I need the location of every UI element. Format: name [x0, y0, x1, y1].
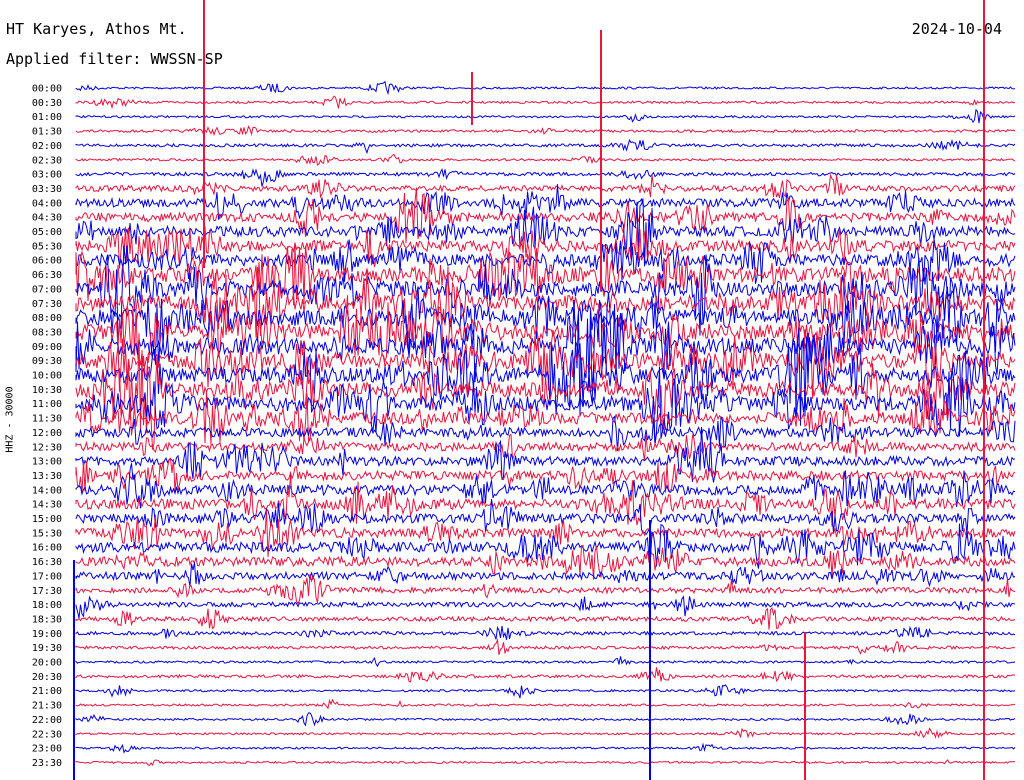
time-tick-label: 23:30	[32, 758, 62, 769]
trace-row	[75, 333, 1016, 450]
time-tick-label: 12:00	[32, 428, 62, 439]
time-tick-label: 23:00	[32, 744, 62, 755]
trace-row	[75, 95, 1016, 110]
time-tick-label: 09:00	[32, 342, 62, 353]
time-tick-label: 00:00	[32, 84, 62, 95]
time-tick-label: 02:00	[32, 141, 62, 152]
time-tick-label: 21:30	[32, 701, 62, 712]
trace-row	[75, 698, 1016, 710]
time-tick-label: 18:30	[32, 614, 62, 625]
time-tick-label: 12:30	[32, 442, 62, 453]
trace-row	[75, 742, 1016, 754]
time-tick-label: 20:00	[32, 658, 62, 669]
trace-row	[75, 198, 1016, 267]
time-tick-label: 15:30	[32, 528, 62, 539]
trace-row	[75, 138, 1016, 155]
trace-row	[75, 80, 1016, 96]
time-tick-label: 08:00	[32, 313, 62, 324]
time-tick-label: 04:00	[32, 198, 62, 209]
time-tick-label: 18:00	[32, 600, 62, 611]
time-tick-label: 03:00	[32, 170, 62, 181]
traces	[75, 80, 1016, 767]
trace-row	[75, 510, 1016, 558]
trace-row	[75, 625, 1016, 640]
time-tick-label: 01:00	[32, 112, 62, 123]
time-tick-label: 10:00	[32, 371, 62, 382]
trace-row	[75, 562, 1016, 588]
time-tick-label: 00:30	[32, 98, 62, 109]
time-tick-label: 19:00	[32, 629, 62, 640]
trace-row	[75, 606, 1016, 630]
time-tick-label: 09:30	[32, 356, 62, 367]
trace-row	[75, 727, 1016, 740]
time-tick-label: 22:00	[32, 715, 62, 726]
trace-row	[75, 656, 1016, 668]
time-tick-label: 03:30	[32, 184, 62, 195]
time-tick-label: 07:30	[32, 299, 62, 310]
time-tick-label: 07:00	[32, 284, 62, 295]
time-tick-label: 13:30	[32, 471, 62, 482]
trace-row	[75, 638, 1016, 655]
time-tick-label: 13:00	[32, 457, 62, 468]
time-tick-label: 14:00	[32, 485, 62, 496]
trace-row	[75, 712, 1016, 727]
time-tick-label: 02:30	[32, 155, 62, 166]
time-tick-label: 19:30	[32, 643, 62, 654]
time-tick-label: 06:30	[32, 270, 62, 281]
time-tick-label: 15:00	[32, 514, 62, 525]
trace-row	[75, 544, 1016, 580]
trace-row	[75, 125, 1016, 137]
time-tick-label: 05:00	[32, 227, 62, 238]
time-tick-label: 22:30	[32, 729, 62, 740]
trace-row	[75, 684, 1016, 699]
time-tick-label: 06:00	[32, 256, 62, 267]
time-tick-label: 04:30	[32, 213, 62, 224]
time-tick-label: 01:30	[32, 127, 62, 138]
time-tick-label: 10:30	[32, 385, 62, 396]
trace-row	[75, 108, 1016, 124]
time-tick-label: 21:00	[32, 686, 62, 697]
trace-row	[75, 167, 1016, 187]
time-tick-label: 16:00	[32, 543, 62, 554]
time-tick-label: 16:30	[32, 557, 62, 568]
time-tick-label: 20:30	[32, 672, 62, 683]
time-tick-label: 17:30	[32, 586, 62, 597]
time-tick-label: 05:30	[32, 241, 62, 252]
time-tick-label: 14:30	[32, 500, 62, 511]
trace-row	[75, 759, 1016, 767]
trace-row	[75, 667, 1016, 683]
helicorder-plot: 00:00 00:30 01:00 01:30 02:00 02:30 03:00 03:30…	[32, 0, 1016, 780]
time-tick-label: 08:30	[32, 327, 62, 338]
trace-row	[75, 433, 1016, 461]
time-tick-label: 11:00	[32, 399, 62, 410]
time-tick-label: 11:30	[32, 414, 62, 425]
trace-row	[75, 153, 1016, 166]
time-tick-label: 17:00	[32, 571, 62, 582]
